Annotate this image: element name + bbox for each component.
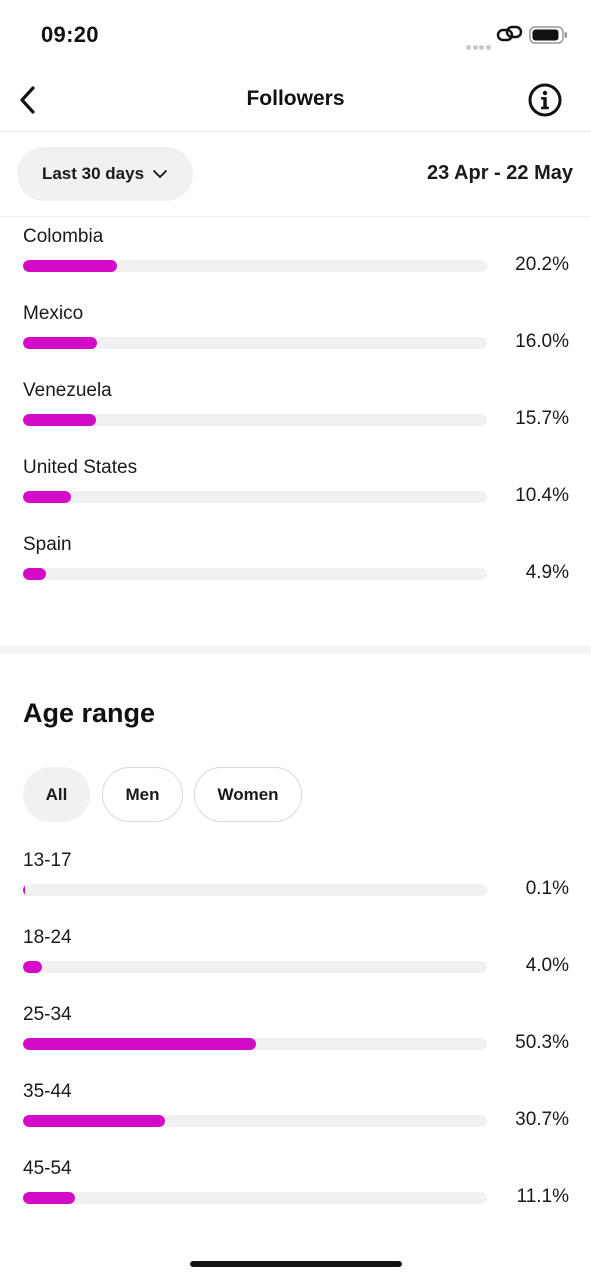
country-percentage: 16.0% (515, 331, 569, 352)
age-row: 13-17 0.1% (23, 850, 569, 906)
bar-track (23, 337, 487, 349)
link-icon (496, 24, 524, 51)
age-label: 13-17 (23, 850, 72, 871)
bar-track (23, 568, 487, 580)
country-row: Mexico 16.0% (23, 303, 569, 359)
country-label: Mexico (23, 303, 84, 324)
country-label: Venezuela (23, 380, 112, 401)
age-percentage: 4.0% (525, 955, 569, 976)
age-label: 18-24 (23, 927, 72, 948)
bar-fill (23, 1192, 75, 1204)
bar-track (23, 414, 487, 426)
signal-dots-icon (466, 37, 492, 55)
country-percentage: 15.7% (515, 408, 569, 429)
date-range-dropdown[interactable]: Last 30 days (17, 147, 193, 201)
date-range-dropdown-label: Last 30 days (41, 164, 145, 183)
bar-fill (23, 337, 97, 349)
country-row: Spain 4.9% (23, 534, 569, 590)
bar-track (23, 491, 487, 503)
bar-fill (23, 1038, 256, 1050)
date-range-text: 23 Apr - 22 May (427, 162, 573, 184)
age-row: 35-44 30.7% (23, 1081, 569, 1137)
bar-fill (23, 1115, 165, 1127)
info-icon (528, 83, 562, 117)
filter-chip-women[interactable]: Women (194, 767, 302, 822)
filter-row: Last 30 days 23 Apr - 22 May (0, 133, 591, 217)
country-percentage: 4.9% (525, 562, 569, 583)
country-row: Venezuela 15.7% (23, 380, 569, 436)
country-label: Colombia (23, 226, 104, 247)
section-divider (0, 645, 591, 654)
chevron-down-icon (153, 170, 167, 178)
age-label: 35-44 (23, 1081, 72, 1102)
country-label: Spain (23, 534, 72, 555)
age-percentage: 30.7% (515, 1109, 569, 1130)
age-label: 25-34 (23, 1004, 72, 1025)
age-label: 45-54 (23, 1158, 72, 1179)
battery-icon (529, 25, 569, 50)
bar-fill (23, 414, 96, 426)
page-title: Followers (246, 87, 345, 110)
country-row: United States 10.4% (23, 457, 569, 513)
bar-track (23, 1192, 487, 1204)
bar-track (23, 961, 487, 973)
country-percentage: 20.2% (515, 254, 569, 275)
age-row: 45-54 11.1% (23, 1158, 569, 1214)
age-percentage: 50.3% (515, 1032, 569, 1053)
bar-fill (23, 260, 117, 272)
age-percentage: 0.1% (525, 878, 569, 899)
bar-fill (23, 961, 42, 973)
country-row: Colombia 20.2% (23, 226, 569, 282)
bar-track (23, 1038, 487, 1050)
bar-fill (23, 568, 46, 580)
info-button[interactable] (527, 82, 563, 118)
country-label: United States (23, 457, 138, 478)
bar-fill (23, 884, 25, 896)
status-bar: 09:20 (0, 0, 591, 70)
bar-track (23, 884, 487, 896)
status-time: 09:20 (41, 22, 99, 47)
country-percentage: 10.4% (515, 485, 569, 506)
bar-fill (23, 491, 71, 503)
filter-chip-all[interactable]: All (23, 767, 90, 822)
age-row: 25-34 50.3% (23, 1004, 569, 1060)
header-bar: Followers (0, 70, 591, 132)
age-row: 18-24 4.0% (23, 927, 569, 983)
age-percentage: 11.1% (516, 1186, 569, 1207)
filter-chip-men[interactable]: Men (102, 767, 183, 822)
bar-track (23, 260, 487, 272)
bar-track (23, 1115, 487, 1127)
home-indicator[interactable] (190, 1261, 402, 1267)
age-range-title: Age range (23, 698, 156, 728)
